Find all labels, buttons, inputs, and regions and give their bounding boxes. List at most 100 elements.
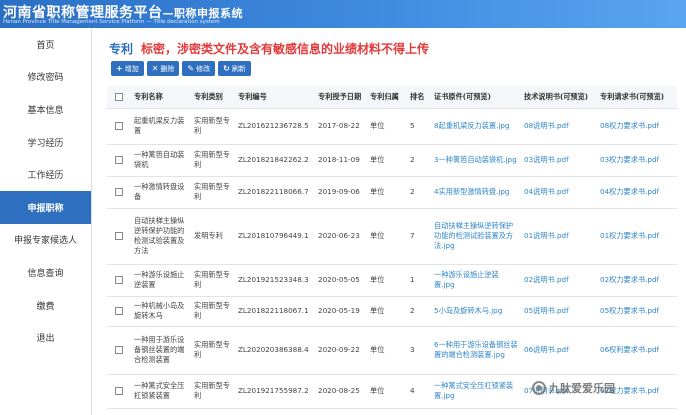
table-row[interactable]: 一种篱笆自动装袋机 实用新型专利 ZL201821842262.2 2018-1… [107,144,677,177]
certificate-link[interactable]: 4实用新型激情转盘.jpg [431,176,521,209]
cell-name: 一种用于游乐设备钢丝装置的端合检测装置 [131,326,191,375]
tab-patent[interactable]: 专利 [109,42,133,56]
request-link[interactable]: 04权力要求书.pdf [597,176,677,209]
cell-name: 一种游乐设施止逆装置 [131,264,191,297]
cell-name: 自动扶梯主操纵逆转保护功能的检测试验装置及方法 [131,208,191,265]
table-row[interactable]: 一种激情转盘设备 实用新型专利 ZL201822118066.7 2019-09… [107,176,677,209]
row-select-cell[interactable] [107,264,131,297]
edit-button[interactable]: ✎ 修改 [182,61,216,76]
sidebar-item-change-password[interactable]: 修改密码 [0,61,91,94]
cell-date: 2018-11-09 [315,144,367,177]
row-checkbox[interactable] [115,387,123,395]
sidebar-item-expert-candidate[interactable]: 申报专家候选人 [0,224,91,257]
certificate-link[interactable]: 一种篱式安全压杠锁紧装置.jpg [431,374,521,409]
toolbar: + 增加 ✕ 删除 ✎ 修改 ↻ 刷新 [111,61,251,76]
request-link[interactable]: 06权利要求书.pdf [597,326,677,375]
sidebar-item-basic-info[interactable]: 基本信息 [0,93,91,126]
row-checkbox[interactable] [115,122,123,130]
specification-link[interactable]: 05说明书.pdf [521,296,597,327]
cell-number: ZL201810796449.1 [235,208,315,265]
request-link[interactable]: 02权力要求书.pdf [597,264,677,297]
cell-number: ZL202020386388.4 [235,326,315,375]
sidebar-item-education[interactable]: 学习经历 [0,126,91,159]
column-header: 专利归属 [367,86,407,109]
row-select-cell[interactable] [107,326,131,375]
row-select-cell[interactable] [107,176,131,209]
cell-number: ZL201621236728.5 [235,108,315,145]
app-header: 河南省职称管理服务平台—职称申报系统 Henan Province Title … [0,0,686,28]
table-row[interactable]: 一种游乐设施止逆装置 实用新型专利 ZL201921523348.3 2020-… [107,264,677,297]
specification-link[interactable]: 08说明书.pdf [521,108,597,145]
row-checkbox[interactable] [115,232,123,240]
refresh-button[interactable]: ↻ 刷新 [218,61,251,76]
cell-owner: 单位 [367,296,407,327]
cell-type: 实用新型专利 [191,296,235,327]
cell-date: 2020-06-23 [315,208,367,265]
row-select-cell[interactable] [107,296,131,327]
specification-link[interactable]: 01说明书.pdf [521,208,597,265]
column-header: 排名 [407,86,431,109]
main-content: 专利 标密，涉密类文件及含有敏感信息的业绩材料不得上传 + 增加 ✕ 删除 ✎ 修改 ↻… [93,28,686,415]
certificate-link[interactable]: 8起重机梁反力装置.jpg [431,108,521,145]
sidebar-item-info-query[interactable]: 信息查询 [0,256,91,289]
specification-link[interactable]: 04说明书.pdf [521,176,597,209]
table-row[interactable]: 一种用于游乐设备钢丝装置的端合检测装置 实用新型专利 ZL20202038638… [107,326,677,375]
cell-rank: 5 [407,108,431,145]
row-checkbox[interactable] [115,156,123,164]
select-all-cell[interactable] [107,86,131,109]
sidebar-item-work-experience[interactable]: 工作经历 [0,158,91,191]
delete-button-label: 删除 [160,64,175,73]
select-all-checkbox[interactable] [115,92,123,101]
certificate-link[interactable]: 6一种用于游乐设备钢丝装置的端合检测装置.jpg [431,326,521,375]
request-link[interactable]: 08权力要求书.pdf [597,108,677,145]
patent-table: 专利名称 专利类别 专利编号 专利授予日期 专利归属 排名 证书原件(可预览) … [107,86,677,409]
sidebar-item-logout[interactable]: 退出 [0,321,91,354]
request-link[interactable]: 03权力要求书.pdf [597,144,677,177]
column-header: 技术说明书(可预览) [521,86,597,109]
sidebar-item-apply-title[interactable]: 申报职称 [0,190,91,224]
page-title: 专利 标密，涉密类文件及含有敏感信息的业绩材料不得上传 [109,40,429,57]
certificate-link[interactable]: 5小岛及旋转木马.jpg [431,296,521,327]
cell-date: 2019-09-06 [315,176,367,209]
cell-rank: 7 [407,208,431,265]
row-checkbox[interactable] [115,188,123,196]
cell-date: 2020-05-19 [315,296,367,327]
cell-owner: 单位 [367,208,407,265]
cell-name: 起重机梁反力装置 [131,108,191,145]
cell-type: 实用新型专利 [191,374,235,409]
specification-link[interactable]: 02说明书.pdf [521,264,597,297]
row-select-cell[interactable] [107,374,131,409]
row-checkbox[interactable] [115,276,123,284]
certificate-link[interactable]: 一种游乐设施止逆装置.jpg [431,264,521,297]
delete-button[interactable]: ✕ 删除 [146,61,180,76]
cell-date: 2020-08-25 [315,374,367,409]
specification-link[interactable]: 06说明书.pdf [521,326,597,375]
table-row[interactable]: 起重机梁反力装置 实用新型专利 ZL201621236728.5 2017-08… [107,108,677,145]
specification-link[interactable]: 03说明书.pdf [521,144,597,177]
row-select-cell[interactable] [107,208,131,265]
row-select-cell[interactable] [107,108,131,145]
certificate-link[interactable]: 3一种篱笆自动装袋机.jpg [431,144,521,177]
column-header: 专利名称 [131,86,191,109]
cell-number: ZL201921755987.2 [235,374,315,409]
certificate-link[interactable]: 自动扶梯主操纵逆转保护功能的检测试验装置及方法.jpg [431,208,521,265]
cell-type: 发明专利 [191,208,235,265]
cell-number: ZL201822118067.1 [235,296,315,327]
table-row[interactable]: 一种机械小岛及旋转木马 实用新型专利 ZL201822118067.1 2020… [107,296,677,327]
table-row[interactable]: 自动扶梯主操纵逆转保护功能的检测试验装置及方法 发明专利 ZL201810796… [107,208,677,265]
table-header-row: 专利名称 专利类别 专利编号 专利授予日期 专利归属 排名 证书原件(可预览) … [107,86,677,109]
cell-owner: 单位 [367,326,407,375]
column-header: 专利编号 [235,86,315,109]
request-link[interactable]: 01权力要求书.pdf [597,208,677,265]
cell-type: 实用新型专利 [191,108,235,145]
add-button[interactable]: + 增加 [111,61,144,76]
sidebar-item-home[interactable]: 首页 [0,28,91,61]
row-checkbox[interactable] [115,307,123,315]
request-link[interactable]: 05权力要求书.pdf [597,296,677,327]
cell-type: 实用新型专利 [191,264,235,297]
row-select-cell[interactable] [107,144,131,177]
sidebar-item-payment[interactable]: 缴费 [0,289,91,322]
edit-button-label: 修改 [196,64,211,73]
row-checkbox[interactable] [115,346,123,354]
watermark: 九肽爱爱乐园 [532,380,615,396]
